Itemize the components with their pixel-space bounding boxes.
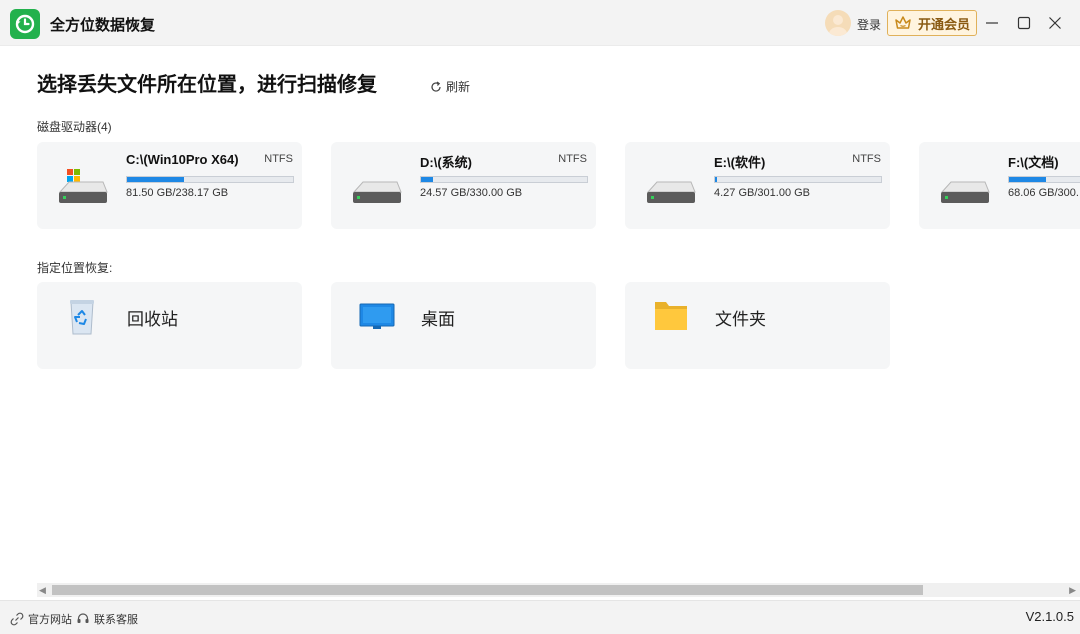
version-label: V2.1.0.5	[1025, 609, 1074, 624]
drive-filesystem: NTFS	[852, 153, 881, 165]
drive-card-f[interactable]: F:\(文档) 68.06 GB/300.	[919, 142, 1080, 229]
drive-size: 81.50 GB/238.17 GB	[126, 187, 229, 199]
drive-filesystem: NTFS	[264, 153, 293, 165]
recycle-bin-icon	[70, 300, 94, 335]
link-icon	[10, 612, 24, 626]
drive-usage-bar	[714, 176, 882, 183]
folder-icon	[655, 302, 687, 330]
location-name: 回收站	[127, 310, 178, 329]
avatar[interactable]	[825, 10, 851, 36]
vip-button[interactable]: 开通会员	[887, 10, 977, 36]
maximize-button[interactable]	[1013, 12, 1035, 34]
minimize-icon	[986, 22, 998, 24]
contact-support-label: 联系客服	[94, 614, 138, 626]
drive-usage-fill	[127, 177, 184, 182]
location-card-recycle-bin[interactable]: 回收站	[37, 282, 302, 369]
scroll-right-arrow-icon[interactable]: ▶	[1069, 585, 1076, 596]
footer: 官方网站 联系客服 V2.1.0.5	[0, 600, 1080, 634]
official-website-link[interactable]: 官方网站	[10, 611, 72, 627]
app-title: 全方位数据恢复	[50, 17, 156, 34]
vip-button-label: 开通会员	[918, 16, 971, 32]
location-card-folder[interactable]: 文件夹	[625, 282, 890, 369]
locations-section-label: 指定位置恢复:	[37, 261, 113, 275]
desktop-icon	[359, 303, 395, 329]
drive-size: 24.57 GB/330.00 GB	[420, 187, 523, 199]
location-card-desktop[interactable]: 桌面	[331, 282, 596, 369]
drive-usage-bar	[126, 176, 294, 183]
refresh-button[interactable]: 刷新	[430, 78, 470, 95]
drive-card-d[interactable]: D:\(系统) NTFS 24.57 GB/330.00 GB	[331, 142, 596, 229]
drive-usage-bar	[420, 176, 588, 183]
horizontal-scrollbar[interactable]: ◀ ▶	[37, 583, 1080, 597]
refresh-icon	[431, 81, 441, 92]
support-icon	[77, 613, 89, 623]
drive-name: C:\(Win10Pro X64)	[126, 152, 239, 167]
refresh-label: 刷新	[446, 80, 471, 94]
close-button[interactable]	[1044, 12, 1066, 34]
drive-usage-bar	[1008, 176, 1080, 183]
drive-name: E:\(软件)	[714, 155, 766, 170]
drive-usage-fill	[1009, 177, 1046, 182]
hdd-icon	[352, 181, 402, 203]
app-logo-icon	[10, 9, 40, 39]
login-link[interactable]: 登录	[857, 16, 881, 33]
location-name: 桌面	[421, 310, 455, 329]
hdd-icon	[646, 181, 696, 203]
scroll-left-arrow-icon[interactable]: ◀	[39, 585, 46, 596]
drive-card-e[interactable]: E:\(软件) NTFS 4.27 GB/301.00 GB	[625, 142, 890, 229]
drive-filesystem: NTFS	[558, 153, 587, 165]
windows-drive-icon	[58, 169, 108, 203]
location-name: 文件夹	[715, 310, 766, 329]
maximize-icon	[1017, 16, 1031, 30]
contact-support-link[interactable]: 联系客服	[76, 611, 138, 627]
close-icon	[1049, 17, 1061, 29]
minimize-button[interactable]	[981, 12, 1003, 34]
drive-usage-fill	[715, 177, 718, 182]
drive-usage-fill	[421, 177, 434, 182]
scrollbar-thumb[interactable]	[52, 585, 923, 595]
drives-section-label: 磁盘驱动器(4)	[37, 120, 112, 134]
drive-card-c[interactable]: C:\(Win10Pro X64) NTFS 81.50 GB/238.17 G…	[37, 142, 302, 229]
official-website-label: 官方网站	[28, 614, 72, 626]
title-bar: 全方位数据恢复 登录 开通会员	[0, 0, 1080, 46]
page-title: 选择丢失文件所在位置，进行扫描修复	[37, 74, 377, 96]
drive-name: F:\(文档)	[1008, 155, 1059, 170]
hdd-icon	[940, 181, 990, 203]
drive-size: 68.06 GB/300.	[1008, 187, 1079, 199]
drive-name: D:\(系统)	[420, 155, 472, 170]
crown-icon	[895, 16, 911, 29]
drive-size: 4.27 GB/301.00 GB	[714, 187, 811, 199]
